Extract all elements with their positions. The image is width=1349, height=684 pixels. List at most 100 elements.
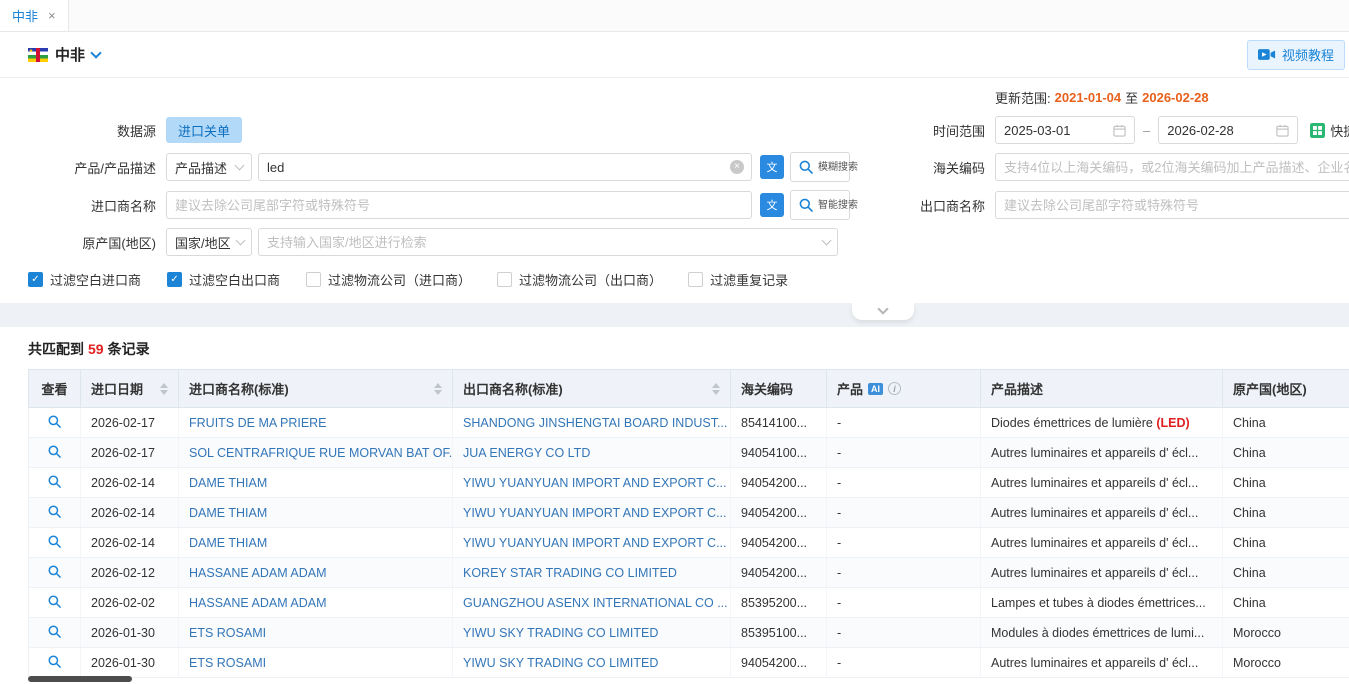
hs-code-input[interactable]: [995, 153, 1349, 181]
datasource-import-tag[interactable]: 进口关单: [166, 117, 242, 143]
exporter-link[interactable]: GUANGZHOU ASENX INTERNATIONAL CO ...: [453, 588, 731, 618]
exporter-link[interactable]: KOREY STAR TRADING CO LIMITED: [453, 558, 731, 588]
summary-prefix: 共匹配到: [28, 341, 84, 357]
column-header-content: 海关编码: [741, 379, 816, 398]
product-desc-cell: Autres luminaires et appareils d' écl...: [981, 468, 1223, 498]
importer-link[interactable]: DAME THIAM: [179, 498, 453, 528]
product-cell: -: [827, 408, 981, 438]
importer-link[interactable]: DAME THIAM: [179, 468, 453, 498]
product-cell: -: [827, 498, 981, 528]
translate-icon[interactable]: 文: [760, 155, 784, 179]
hs-code-cell: 85395100...: [731, 618, 827, 648]
import-date-cell: 2026-02-14: [81, 498, 179, 528]
sort-icon[interactable]: [428, 383, 442, 395]
product-desc-cell: Autres luminaires et appareils d' écl...: [981, 528, 1223, 558]
table-row: 2026-02-14DAME THIAMYIWU YUANYUAN IMPORT…: [29, 498, 1349, 528]
info-icon[interactable]: i: [888, 382, 901, 395]
importer-input[interactable]: [166, 191, 752, 219]
sort-icon[interactable]: [706, 383, 720, 395]
view-detail-button[interactable]: [47, 624, 62, 639]
hs-code-cell: 94054200...: [731, 528, 827, 558]
importer-link[interactable]: HASSANE ADAM ADAM: [179, 588, 453, 618]
view-cell: [29, 648, 81, 678]
column-header: 产品描述: [981, 370, 1223, 408]
checkbox-icon[interactable]: [497, 272, 512, 287]
checkbox-icon[interactable]: [688, 272, 703, 287]
table-body: 2026-02-17FRUITS DE MA PRIERESHANDONG JI…: [29, 408, 1349, 678]
importer-link[interactable]: HASSANE ADAM ADAM: [179, 558, 453, 588]
view-detail-button[interactable]: [47, 444, 62, 459]
tab-zhongfei[interactable]: 中非 ×: [0, 0, 69, 31]
start-date-input[interactable]: 2025-03-01: [995, 116, 1135, 144]
product-field-select[interactable]: 产品描述: [166, 153, 252, 181]
column-header: 海关编码: [731, 370, 827, 408]
results-summary: 共匹配到59条记录: [28, 339, 1349, 359]
product-desc-cell: Autres luminaires et appareils d' écl...: [981, 558, 1223, 588]
filter-checkbox[interactable]: ✓过滤空白出口商: [167, 270, 280, 289]
view-detail-button[interactable]: [47, 414, 62, 429]
checkbox-icon[interactable]: ✓: [167, 272, 182, 287]
checkbox-icon[interactable]: ✓: [28, 272, 43, 287]
exporter-link[interactable]: YIWU YUANYUAN IMPORT AND EXPORT C...: [453, 468, 731, 498]
collapse-panel-button[interactable]: [852, 303, 914, 320]
fuzzy-search-button[interactable]: 模糊搜索: [790, 152, 850, 182]
country-selector[interactable]: 中非: [28, 44, 100, 65]
desc-text: Autres luminaires et appareils d' écl...: [991, 656, 1198, 670]
view-cell: [29, 468, 81, 498]
exporter-link[interactable]: YIWU SKY TRADING CO LIMITED: [453, 648, 731, 678]
exporter-input[interactable]: [995, 191, 1349, 219]
video-icon: [1258, 48, 1276, 61]
column-header[interactable]: 进口商名称(标准): [179, 370, 453, 408]
clear-icon[interactable]: ×: [730, 160, 744, 174]
view-detail-button[interactable]: [47, 594, 62, 609]
filter-checkbox[interactable]: ✓过滤空白进口商: [28, 270, 141, 289]
exporter-link[interactable]: YIWU YUANYUAN IMPORT AND EXPORT C...: [453, 528, 731, 558]
exporter-link[interactable]: JUA ENERGY CO LTD: [453, 438, 731, 468]
product-desc-cell: Diodes émettrices de lumière (LED): [981, 408, 1223, 438]
checkbox-icon[interactable]: [306, 272, 321, 287]
tab-label: 中非: [12, 6, 38, 25]
view-detail-button[interactable]: [47, 564, 62, 579]
origin-type-select[interactable]: 国家/地区: [166, 228, 252, 256]
view-detail-button[interactable]: [47, 504, 62, 519]
origin-cell: China: [1223, 498, 1349, 528]
view-cell: [29, 618, 81, 648]
filter-checkbox[interactable]: 过滤重复记录: [688, 270, 788, 289]
horizontal-scrollbar[interactable]: [28, 676, 132, 682]
exporter-link[interactable]: YIWU SKY TRADING CO LIMITED: [453, 618, 731, 648]
results-table: 查看进口日期进口商名称(标准)出口商名称(标准)海关编码产品AIi产品描述原产国…: [28, 369, 1349, 678]
filter-checkbox[interactable]: 过滤物流公司（进口商）: [306, 270, 471, 289]
importer-link[interactable]: ETS ROSAMI: [179, 648, 453, 678]
view-detail-button[interactable]: [47, 474, 62, 489]
table-row: 2026-02-17SOL CENTRAFRIQUE RUE MORVAN BA…: [29, 438, 1349, 468]
smart-search-button[interactable]: 智能搜索: [790, 190, 850, 220]
product-cell: -: [827, 618, 981, 648]
ai-badge: AI: [868, 383, 883, 395]
origin-cell: China: [1223, 468, 1349, 498]
importer-link[interactable]: ETS ROSAMI: [179, 618, 453, 648]
filter-checkbox[interactable]: 过滤物流公司（出口商）: [497, 270, 662, 289]
translate-icon[interactable]: 文: [760, 193, 784, 217]
exporter-link[interactable]: YIWU YUANYUAN IMPORT AND EXPORT C...: [453, 498, 731, 528]
product-search-input[interactable]: [258, 153, 752, 181]
exporter-link[interactable]: SHANDONG JINSHENGTAI BOARD INDUST...: [453, 408, 731, 438]
tab-close-icon[interactable]: ×: [48, 8, 56, 23]
desc-text: Modules à diodes émettrices de lumi...: [991, 626, 1204, 640]
origin-search-input[interactable]: [258, 228, 838, 256]
importer-link[interactable]: DAME THIAM: [179, 528, 453, 558]
video-tutorial-button[interactable]: 视频教程: [1247, 40, 1345, 70]
origin-cell: China: [1223, 408, 1349, 438]
column-header: 查看: [29, 370, 81, 408]
sort-icon[interactable]: [154, 383, 168, 395]
importer-link[interactable]: FRUITS DE MA PRIERE: [179, 408, 453, 438]
import-date-cell: 2026-02-14: [81, 468, 179, 498]
importer-link[interactable]: SOL CENTRAFRIQUE RUE MORVAN BAT OF...: [179, 438, 453, 468]
tab-bar: 中非 ×: [0, 0, 1349, 32]
end-date-input[interactable]: 2026-02-28: [1158, 116, 1298, 144]
column-header[interactable]: 出口商名称(标准): [453, 370, 731, 408]
view-detail-button[interactable]: [47, 654, 62, 669]
table-row: 2026-02-14DAME THIAMYIWU YUANYUAN IMPORT…: [29, 528, 1349, 558]
view-detail-button[interactable]: [47, 534, 62, 549]
column-header[interactable]: 进口日期: [81, 370, 179, 408]
quick-select-button[interactable]: 快捷选: [1310, 121, 1349, 140]
